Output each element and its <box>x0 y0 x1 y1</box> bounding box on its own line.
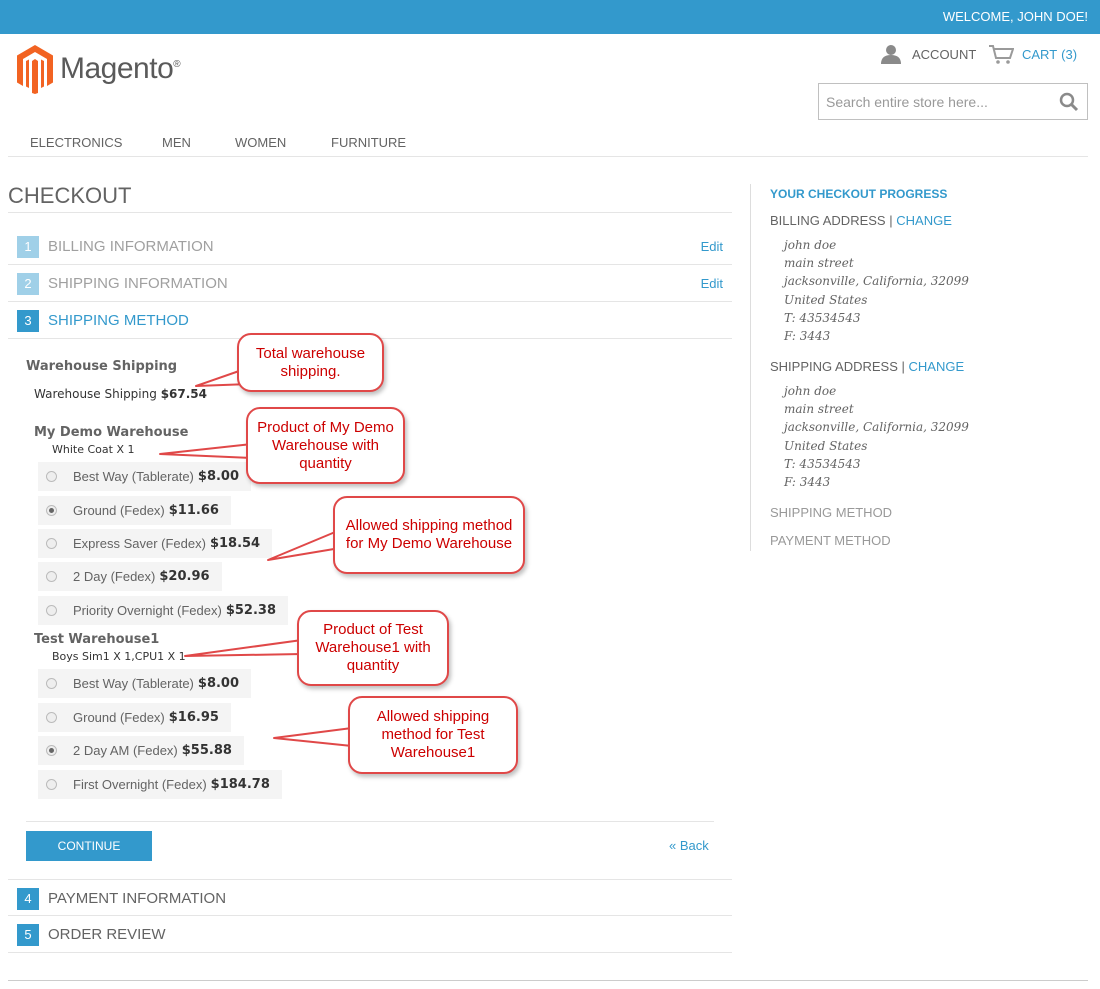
callout-demo-methods: Allowed shipping method for My Demo Ware… <box>333 496 525 574</box>
callout-demo-products: Product of My Demo Warehouse with quanti… <box>246 407 405 484</box>
callout-test-products: Product of Test Warehouse1 with quantity <box>297 610 449 686</box>
callout-pointers <box>159 369 353 747</box>
callout-test-methods: Allowed shipping method for Test Warehou… <box>348 696 518 774</box>
callout-total-shipping: Total warehouse shipping. <box>237 333 384 392</box>
